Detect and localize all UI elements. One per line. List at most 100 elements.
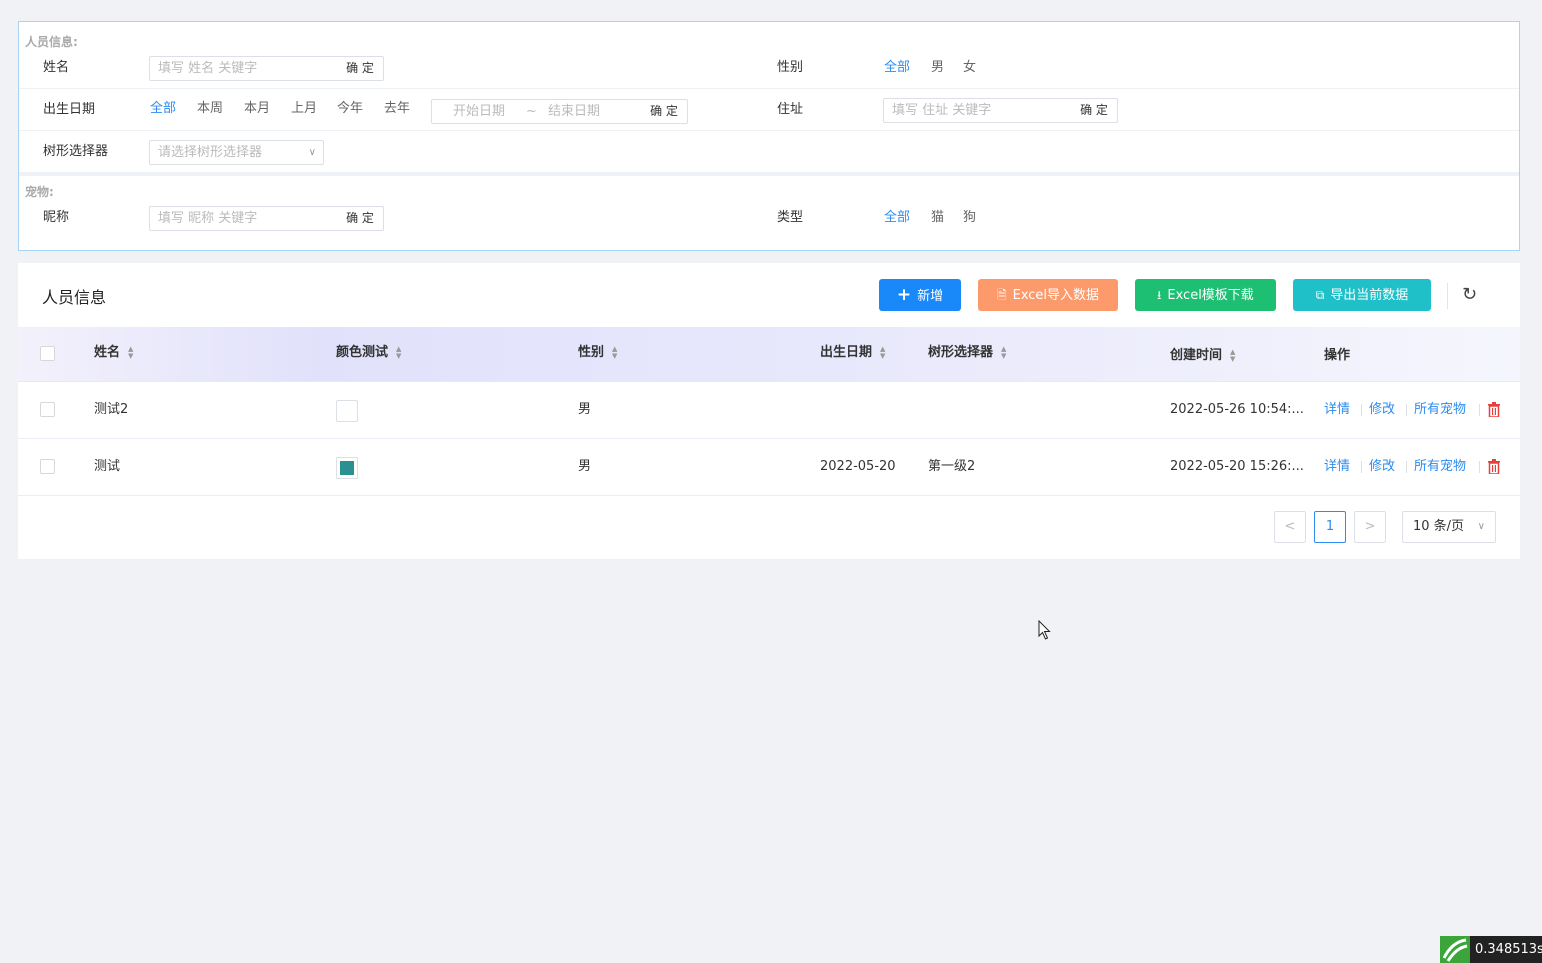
add-label: 新增 <box>917 289 944 304</box>
birth-label: 出生日期 <box>43 102 96 117</box>
sort-icon[interactable]: ▲ ▼ <box>396 345 401 360</box>
cell-created: 2022-05-26 10:54:... <box>1170 402 1304 417</box>
tree-select[interactable]: 请选择树形选择器 ∨ <box>149 140 324 165</box>
type-option-all[interactable]: 全部 <box>884 206 910 230</box>
add-button[interactable]: + 新增 <box>879 279 961 311</box>
cell-tree: 第一级2 <box>928 459 976 474</box>
birth-option-week[interactable]: 本周 <box>197 97 223 121</box>
detail-link[interactable]: 详情 <box>1324 382 1350 438</box>
excel-template-button[interactable]: ⭳ Excel模板下载 <box>1135 279 1276 311</box>
prev-page-button[interactable]: < <box>1274 511 1306 543</box>
name-confirm-button[interactable]: 确 定 <box>337 56 384 81</box>
end-date-input[interactable]: 结束日期 <box>548 100 600 123</box>
gender-label: 性别 <box>777 60 804 75</box>
debug-logo-icon <box>1440 936 1470 963</box>
column-header-gender[interactable]: 性别 ▲ ▼ <box>578 327 617 379</box>
file-excel-icon: 🗎 <box>996 288 1007 302</box>
toolbar-divider <box>1447 283 1448 309</box>
filter-row-birth-address: 出生日期 全部 本周 本月 上月 今年 去年 开始日期 ~ 结束日期 确 定 住… <box>19 89 1519 131</box>
select-all-checkbox[interactable] <box>40 346 55 361</box>
next-page-button[interactable]: > <box>1354 511 1386 543</box>
all-pets-link[interactable]: 所有宠物 <box>1414 382 1466 438</box>
row-checkbox[interactable] <box>40 459 55 474</box>
action-divider <box>1479 404 1480 416</box>
nick-input[interactable]: 填写 昵称 关键字 <box>149 206 338 231</box>
filter-row-tree: 树形选择器 请选择树形选择器 ∨ <box>19 131 1519 173</box>
color-fill <box>340 404 354 418</box>
type-option-dog[interactable]: 狗 <box>963 206 976 230</box>
filter-panel: 人员信息: 姓名 填写 姓名 关键字 确 定 性别 全部 男 女 出生日期 全部… <box>18 21 1520 251</box>
refresh-icon[interactable]: ↻ <box>1462 284 1477 305</box>
template-label: Excel模板下载 <box>1167 288 1254 303</box>
excel-import-button[interactable]: 🗎 Excel导入数据 <box>978 279 1118 311</box>
table-panel: 人员信息 + 新增 🗎 Excel导入数据 ⭳ Excel模板下载 ⧉ 导出当前数据 ↻… <box>18 263 1520 559</box>
table-header: 姓名 ▲ ▼ 颜色测试 ▲ ▼ 性别 ▲ ▼ 出生日期 ▲ ▼ 树形选择器 ▲ ▼ 创建时间 ▲ ▼ 操… <box>18 327 1520 382</box>
import-label: Excel导入数据 <box>1012 288 1100 303</box>
range-separator: ~ <box>526 104 537 119</box>
edit-link[interactable]: 修改 <box>1369 382 1395 438</box>
sort-icon[interactable]: ▲ ▼ <box>1230 348 1235 363</box>
row-checkbox[interactable] <box>40 402 55 417</box>
birth-option-last-year[interactable]: 去年 <box>384 97 410 121</box>
nick-label: 昵称 <box>43 210 70 225</box>
timer-text: 0.348513s <box>1475 942 1542 957</box>
table-row: 测试 男 2022-05-20 第一级2 2022-05-20 15:26:..… <box>18 439 1520 496</box>
address-input[interactable]: 填写 住址 关键字 <box>883 98 1072 123</box>
type-option-cat[interactable]: 猫 <box>931 206 944 230</box>
color-swatch[interactable] <box>336 400 358 422</box>
page-title: 人员信息 <box>42 288 107 307</box>
plus-icon: + <box>896 285 912 305</box>
mouse-cursor-icon <box>1038 620 1051 640</box>
color-fill <box>340 461 354 475</box>
trash-icon[interactable] <box>1487 459 1501 474</box>
birth-confirm-button[interactable]: 确 定 <box>641 99 688 124</box>
address-label: 住址 <box>777 102 804 117</box>
sort-icon[interactable]: ▲ ▼ <box>880 345 885 360</box>
export-button[interactable]: ⧉ 导出当前数据 <box>1293 279 1431 311</box>
gender-option-female[interactable]: 女 <box>963 56 976 80</box>
address-confirm-button[interactable]: 确 定 <box>1071 98 1118 123</box>
gender-option-male[interactable]: 男 <box>931 56 944 80</box>
name-input[interactable]: 填写 姓名 关键字 <box>149 56 338 81</box>
chevron-down-icon: ∨ <box>308 147 316 158</box>
action-divider <box>1479 461 1480 473</box>
detail-link[interactable]: 详情 <box>1324 439 1350 495</box>
birth-option-month[interactable]: 本月 <box>244 97 270 121</box>
action-divider <box>1361 461 1362 473</box>
nick-confirm-button[interactable]: 确 定 <box>337 206 384 231</box>
copy-icon: ⧉ <box>1315 288 1325 302</box>
cell-created: 2022-05-20 15:26:... <box>1170 459 1304 474</box>
column-header-birth[interactable]: 出生日期 ▲ ▼ <box>820 327 885 379</box>
trash-icon[interactable] <box>1487 402 1501 417</box>
table-row: 测试2 男 2022-05-26 10:54:... 详情 修改 所有宠物 <box>18 382 1520 439</box>
birth-option-last-month[interactable]: 上月 <box>291 97 317 121</box>
sort-icon[interactable]: ▲ ▼ <box>612 345 617 360</box>
page-1-button[interactable]: 1 <box>1314 511 1346 543</box>
chevron-down-icon: ∨ <box>1477 521 1485 532</box>
color-swatch[interactable] <box>336 457 358 479</box>
sort-icon[interactable]: ▲ ▼ <box>1001 345 1006 360</box>
column-header-name[interactable]: 姓名 ▲ ▼ <box>94 327 133 379</box>
edit-link[interactable]: 修改 <box>1369 439 1395 495</box>
export-label: 导出当前数据 <box>1330 288 1409 303</box>
cell-gender: 男 <box>578 402 592 417</box>
group-divider <box>19 172 1519 176</box>
type-label: 类型 <box>777 210 804 225</box>
cell-name: 测试2 <box>94 402 129 417</box>
gender-option-all[interactable]: 全部 <box>884 56 910 80</box>
column-header-created[interactable]: 创建时间 ▲ ▼ <box>1170 330 1235 382</box>
all-pets-link[interactable]: 所有宠物 <box>1414 439 1466 495</box>
cell-birth: 2022-05-20 <box>820 459 896 474</box>
name-label: 姓名 <box>43 60 70 75</box>
tree-select-placeholder: 请选择树形选择器 <box>158 145 263 160</box>
action-divider <box>1406 461 1407 473</box>
cell-name: 测试 <box>94 459 121 474</box>
page-size-select[interactable]: 10 条/页 ∨ <box>1402 511 1496 543</box>
start-date-input[interactable]: 开始日期 <box>453 100 505 123</box>
birth-option-this-year[interactable]: 今年 <box>337 97 363 121</box>
sort-icon[interactable]: ▲ ▼ <box>128 345 133 360</box>
column-header-color[interactable]: 颜色测试 ▲ ▼ <box>336 327 401 379</box>
column-header-tree[interactable]: 树形选择器 ▲ ▼ <box>928 327 1006 379</box>
birth-date-range[interactable]: 开始日期 ~ 结束日期 <box>431 99 642 124</box>
birth-option-all[interactable]: 全部 <box>150 97 176 121</box>
